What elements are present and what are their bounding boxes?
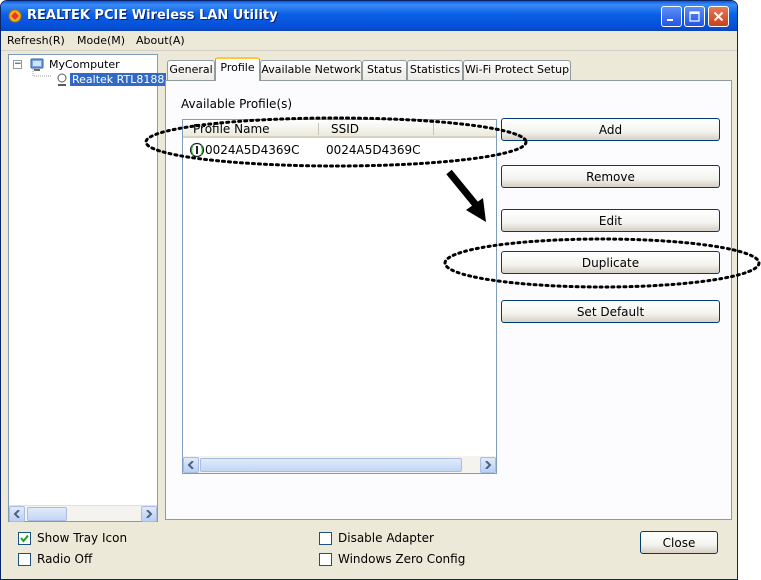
disable-adapter-option[interactable]: Disable Adapter <box>319 531 434 545</box>
arrow-right-icon <box>485 461 492 469</box>
tree-item-mycomputer[interactable]: MyComputer <box>49 58 120 71</box>
profile-list[interactable]: Profile Name SSID 0024A5D4369C 0024A5D43… <box>182 119 497 474</box>
tab-control: General Profile Available Network Status… <box>165 57 733 520</box>
column-separator[interactable] <box>318 123 319 135</box>
adapter-tree[interactable]: − MyComputer Realtek RTL8188 <box>8 54 167 522</box>
radio-off-option[interactable]: Radio Off <box>18 552 92 566</box>
column-separator[interactable] <box>433 123 434 135</box>
windows-zero-config-checkbox[interactable] <box>319 552 332 566</box>
menu-mode[interactable]: Mode(M) <box>77 34 125 47</box>
tab-available-network[interactable]: Available Network <box>260 60 362 80</box>
show-tray-icon-checkbox[interactable] <box>18 531 31 545</box>
show-tray-icon-label: Show Tray Icon <box>37 531 128 545</box>
tab-statistics[interactable]: Statistics <box>407 60 463 80</box>
table-row[interactable]: 0024A5D4369C 0024A5D4369C <box>183 141 496 159</box>
tab-general[interactable]: General <box>167 60 215 80</box>
tree-connector <box>32 69 51 77</box>
arrow-left-icon <box>187 461 194 469</box>
list-scroll-left-button[interactable] <box>183 457 199 473</box>
list-scroll-right-button[interactable] <box>480 457 496 473</box>
profile-list-horizontal-scrollbar[interactable] <box>183 456 496 473</box>
maximize-icon <box>689 11 700 22</box>
radio-off-label: Radio Off <box>37 552 93 566</box>
scroll-left-button[interactable] <box>9 506 25 522</box>
tab-wifi-protect-setup[interactable]: Wi-Fi Protect Setup <box>463 60 571 80</box>
minimize-icon <box>667 19 673 21</box>
scroll-thumb[interactable] <box>27 507 67 521</box>
scroll-right-button[interactable] <box>141 506 157 522</box>
profile-name-cell: 0024A5D4369C <box>205 143 300 157</box>
radio-off-checkbox[interactable] <box>18 552 31 566</box>
close-button[interactable]: Close <box>640 531 718 554</box>
title-bar[interactable]: REALTEK PCIE Wireless LAN Utility <box>1 1 737 31</box>
menu-bar: Refresh(R) Mode(M) About(A) <box>1 31 737 51</box>
tree-item-realtek-adapter[interactable]: Realtek RTL8188 <box>70 73 167 86</box>
window-title: REALTEK PCIE Wireless LAN Utility <box>27 8 278 23</box>
close-window-button[interactable] <box>708 6 729 27</box>
arrow-left-icon <box>13 510 20 518</box>
checkmark-icon <box>20 534 29 543</box>
minimize-button[interactable] <box>661 6 682 27</box>
windows-zero-config-label: Windows Zero Config <box>338 552 466 566</box>
edit-button[interactable]: Edit <box>501 209 720 232</box>
network-adapter-icon <box>57 73 67 86</box>
menu-about[interactable]: About(A) <box>136 34 185 47</box>
profile-signal-icon <box>189 142 205 158</box>
menu-refresh[interactable]: Refresh(R) <box>7 34 65 47</box>
disable-adapter-label: Disable Adapter <box>338 531 434 545</box>
maximize-button[interactable] <box>684 6 705 27</box>
add-button[interactable]: Add <box>501 118 720 141</box>
column-ssid[interactable]: SSID <box>331 122 359 136</box>
profile-ssid-cell: 0024A5D4369C <box>326 143 421 157</box>
tab-profile[interactable]: Profile <box>215 57 260 81</box>
windows-zero-config-option[interactable]: Windows Zero Config <box>319 552 465 566</box>
disable-adapter-checkbox[interactable] <box>319 531 332 545</box>
show-tray-icon-option[interactable]: Show Tray Icon <box>18 531 127 545</box>
column-profile-name[interactable]: Profile Name <box>193 122 270 136</box>
profile-panel: Available Profile(s) Profile Name SSID 0… <box>165 80 732 520</box>
list-scroll-thumb[interactable] <box>200 458 462 472</box>
remove-button[interactable]: Remove <box>501 165 720 188</box>
tree-horizontal-scrollbar[interactable] <box>9 505 157 522</box>
tree-collapse-toggle[interactable]: − <box>13 60 22 69</box>
utility-window: REALTEK PCIE Wireless LAN Utility Refres… <box>0 0 738 580</box>
duplicate-button[interactable]: Duplicate <box>501 251 720 274</box>
profile-list-header: Profile Name SSID <box>183 120 496 138</box>
tab-status[interactable]: Status <box>362 60 407 80</box>
arrow-right-icon <box>146 510 153 518</box>
available-profiles-label: Available Profile(s) <box>181 97 293 111</box>
close-icon <box>713 11 724 22</box>
set-default-button[interactable]: Set Default <box>501 300 720 323</box>
wireless-app-icon <box>8 9 22 23</box>
